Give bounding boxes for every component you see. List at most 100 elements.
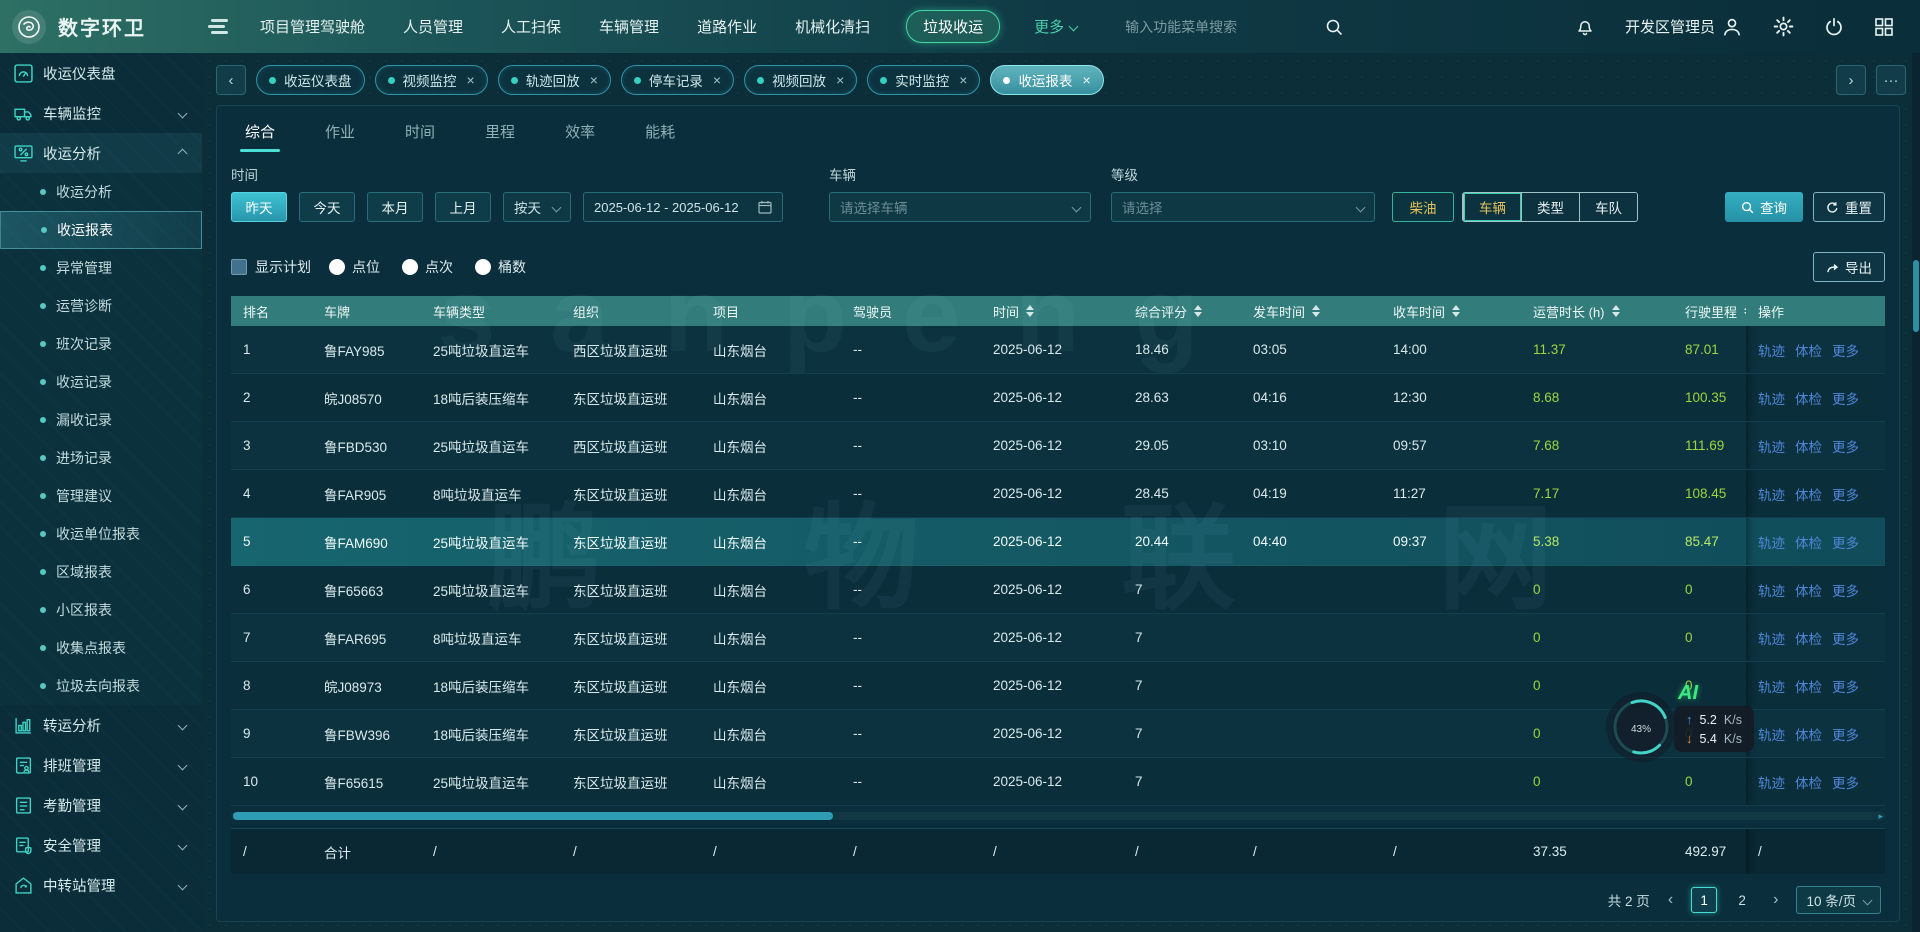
- scrollbar-thumb[interactable]: [1913, 260, 1919, 332]
- track-link[interactable]: 轨迹: [1758, 484, 1785, 504]
- ai-usage-gauge[interactable]: 43%: [1612, 698, 1670, 756]
- top-menu-item[interactable]: 人员管理: [401, 11, 465, 42]
- sidebar-subitem[interactable]: 收运分析: [0, 173, 202, 211]
- page-tab[interactable]: 收运仪表盘 ×: [256, 65, 365, 95]
- more-link[interactable]: 更多: [1832, 580, 1859, 600]
- radio-icon[interactable]: [402, 259, 418, 275]
- inspection-link[interactable]: 体检: [1795, 628, 1822, 648]
- more-link[interactable]: 更多: [1832, 436, 1859, 456]
- report-subtab[interactable]: 综合: [245, 121, 275, 154]
- table-header-cell[interactable]: 车牌: [312, 296, 421, 326]
- table-row[interactable]: 6 鲁F65663 25吨垃圾直运车 东区垃圾直运班 山东烟台 -- 2025-…: [231, 566, 1885, 614]
- next-page-button[interactable]: ›: [1769, 891, 1782, 909]
- top-menu-item[interactable]: 车辆管理: [597, 11, 661, 42]
- sidebar-subitem[interactable]: 收集点报表: [0, 629, 202, 667]
- table-horizontal-scrollbar[interactable]: ▸: [231, 812, 1885, 820]
- page-vertical-scrollbar[interactable]: [1912, 53, 1920, 932]
- tabs-more-button[interactable]: ···: [1876, 65, 1906, 95]
- report-subtab[interactable]: 时间: [405, 121, 435, 154]
- sort-arrows-icon[interactable]: [1612, 305, 1620, 317]
- track-link[interactable]: 轨迹: [1758, 436, 1785, 456]
- prev-page-button[interactable]: ‹: [1664, 891, 1677, 909]
- menu-collapse-icon[interactable]: [208, 16, 228, 38]
- table-header-cell[interactable]: 项目: [701, 296, 841, 326]
- inspection-link[interactable]: 体检: [1795, 532, 1822, 552]
- tab-close-icon[interactable]: ×: [959, 72, 967, 88]
- inspection-link[interactable]: 体检: [1795, 580, 1822, 600]
- user-menu[interactable]: 开发区管理员: [1625, 16, 1743, 38]
- page-number-button[interactable]: 1: [1691, 887, 1717, 913]
- table-header-cell[interactable]: 发车时间: [1241, 296, 1381, 326]
- power-logout-icon[interactable]: [1824, 17, 1844, 37]
- query-button[interactable]: 查询: [1725, 192, 1803, 222]
- sidebar-subitem[interactable]: 区域报表: [0, 553, 202, 591]
- tabs-scroll-right-button[interactable]: ›: [1836, 65, 1866, 95]
- tabs-scroll-left-button[interactable]: ‹: [216, 65, 246, 95]
- menu-search-input[interactable]: [1125, 19, 1315, 35]
- table-row[interactable]: 1 鲁FAY985 25吨垃圾直运车 西区垃圾直运班 山东烟台 -- 2025-…: [231, 326, 1885, 374]
- sort-arrows-icon[interactable]: [1026, 305, 1034, 317]
- sidebar-item-vehicle-monitor[interactable]: 车辆监控: [0, 93, 202, 133]
- table-header-cell[interactable]: 组织: [561, 296, 701, 326]
- table-row[interactable]: 3 鲁FBD530 25吨垃圾直运车 西区垃圾直运班 山东烟台 -- 2025-…: [231, 422, 1885, 470]
- quick-date-button[interactable]: 本月: [367, 192, 423, 222]
- sidebar-subitem[interactable]: 收运记录: [0, 363, 202, 401]
- date-range-picker[interactable]: 2025-06-12 - 2025-06-12: [583, 192, 783, 222]
- sidebar-item-transfer-analysis[interactable]: 转运分析: [0, 705, 202, 745]
- inspection-link[interactable]: 体检: [1795, 340, 1822, 360]
- tab-close-icon[interactable]: ×: [467, 72, 475, 88]
- table-header-cell[interactable]: 时间: [981, 296, 1123, 326]
- scrollbar-thumb[interactable]: [233, 812, 833, 820]
- table-header-cell[interactable]: 驾驶员: [841, 296, 981, 326]
- page-tab[interactable]: 实时监控 ×: [867, 65, 980, 95]
- table-header-cell[interactable]: 排名: [231, 296, 312, 326]
- table-header-cell[interactable]: 收车时间: [1381, 296, 1521, 326]
- inspection-link[interactable]: 体检: [1795, 436, 1822, 456]
- table-row[interactable]: 2 皖J08570 18吨后装压缩车 东区垃圾直运班 山东烟台 -- 2025-…: [231, 374, 1885, 422]
- dimension-button[interactable]: 车辆: [1463, 193, 1521, 221]
- more-link[interactable]: 更多: [1832, 388, 1859, 408]
- sort-arrows-icon[interactable]: [1452, 305, 1460, 317]
- page-number-button[interactable]: 2: [1729, 887, 1755, 913]
- report-subtab[interactable]: 效率: [565, 121, 595, 154]
- more-link[interactable]: 更多: [1832, 532, 1859, 552]
- track-link[interactable]: 轨迹: [1758, 628, 1785, 648]
- tab-close-icon[interactable]: ×: [713, 72, 721, 88]
- more-link[interactable]: 更多: [1832, 340, 1859, 360]
- table-header-cell[interactable]: 行驶里程: [1673, 296, 1746, 326]
- report-subtab[interactable]: 里程: [485, 121, 515, 154]
- sidebar-subitem[interactable]: 垃圾去向报表: [0, 667, 202, 705]
- granularity-select[interactable]: 按天: [503, 192, 571, 222]
- table-header-cell[interactable]: 综合评分: [1123, 296, 1241, 326]
- track-link[interactable]: 轨迹: [1758, 340, 1785, 360]
- quick-date-button[interactable]: 上月: [435, 192, 491, 222]
- sidebar-subitem[interactable]: 进场记录: [0, 439, 202, 477]
- table-header-cell[interactable]: 车辆类型: [421, 296, 561, 326]
- notification-bell-icon[interactable]: [1575, 17, 1595, 37]
- search-icon[interactable]: [1325, 18, 1343, 36]
- ai-assistant-widget[interactable]: AI 43% ↑ 5.2 K/s ↓ 5.4 K/s: [1612, 686, 1842, 776]
- sidebar-item-dashboard[interactable]: 收运仪表盘: [0, 53, 202, 93]
- page-size-select[interactable]: 10 条/页: [1796, 886, 1881, 914]
- sidebar-item-shift-mgmt[interactable]: 排班管理: [0, 745, 202, 785]
- inspection-link[interactable]: 体检: [1795, 388, 1822, 408]
- top-menu-item[interactable]: 项目管理驾驶舱: [258, 11, 367, 42]
- top-menu-item[interactable]: 垃圾收运: [906, 10, 1000, 43]
- sidebar-subitem[interactable]: 小区报表: [0, 591, 202, 629]
- sort-arrows-icon[interactable]: [1312, 305, 1320, 317]
- page-tab[interactable]: 轨迹回放 ×: [498, 65, 611, 95]
- quick-date-button[interactable]: 昨天: [231, 192, 287, 222]
- quick-date-button[interactable]: 今天: [299, 192, 355, 222]
- top-menu-more[interactable]: 更多: [1034, 16, 1077, 37]
- table-row[interactable]: 7 鲁FAR695 8吨垃圾直运车 东区垃圾直运班 山东烟台 -- 2025-0…: [231, 614, 1885, 662]
- table-header-cell[interactable]: 运营时长 (h): [1521, 296, 1673, 326]
- sidebar-item-transfer-station-mgmt[interactable]: 中转站管理: [0, 865, 202, 905]
- page-tab[interactable]: 停车记录 ×: [621, 65, 734, 95]
- sidebar-subitem[interactable]: 收运单位报表: [0, 515, 202, 553]
- tab-close-icon[interactable]: ×: [836, 72, 844, 88]
- tab-close-icon[interactable]: ×: [590, 72, 598, 88]
- more-link[interactable]: 更多: [1832, 628, 1859, 648]
- radio-icon[interactable]: [329, 259, 345, 275]
- fuel-diesel-button[interactable]: 柴油: [1392, 192, 1454, 222]
- top-menu-item[interactable]: 机械化清扫: [793, 11, 872, 42]
